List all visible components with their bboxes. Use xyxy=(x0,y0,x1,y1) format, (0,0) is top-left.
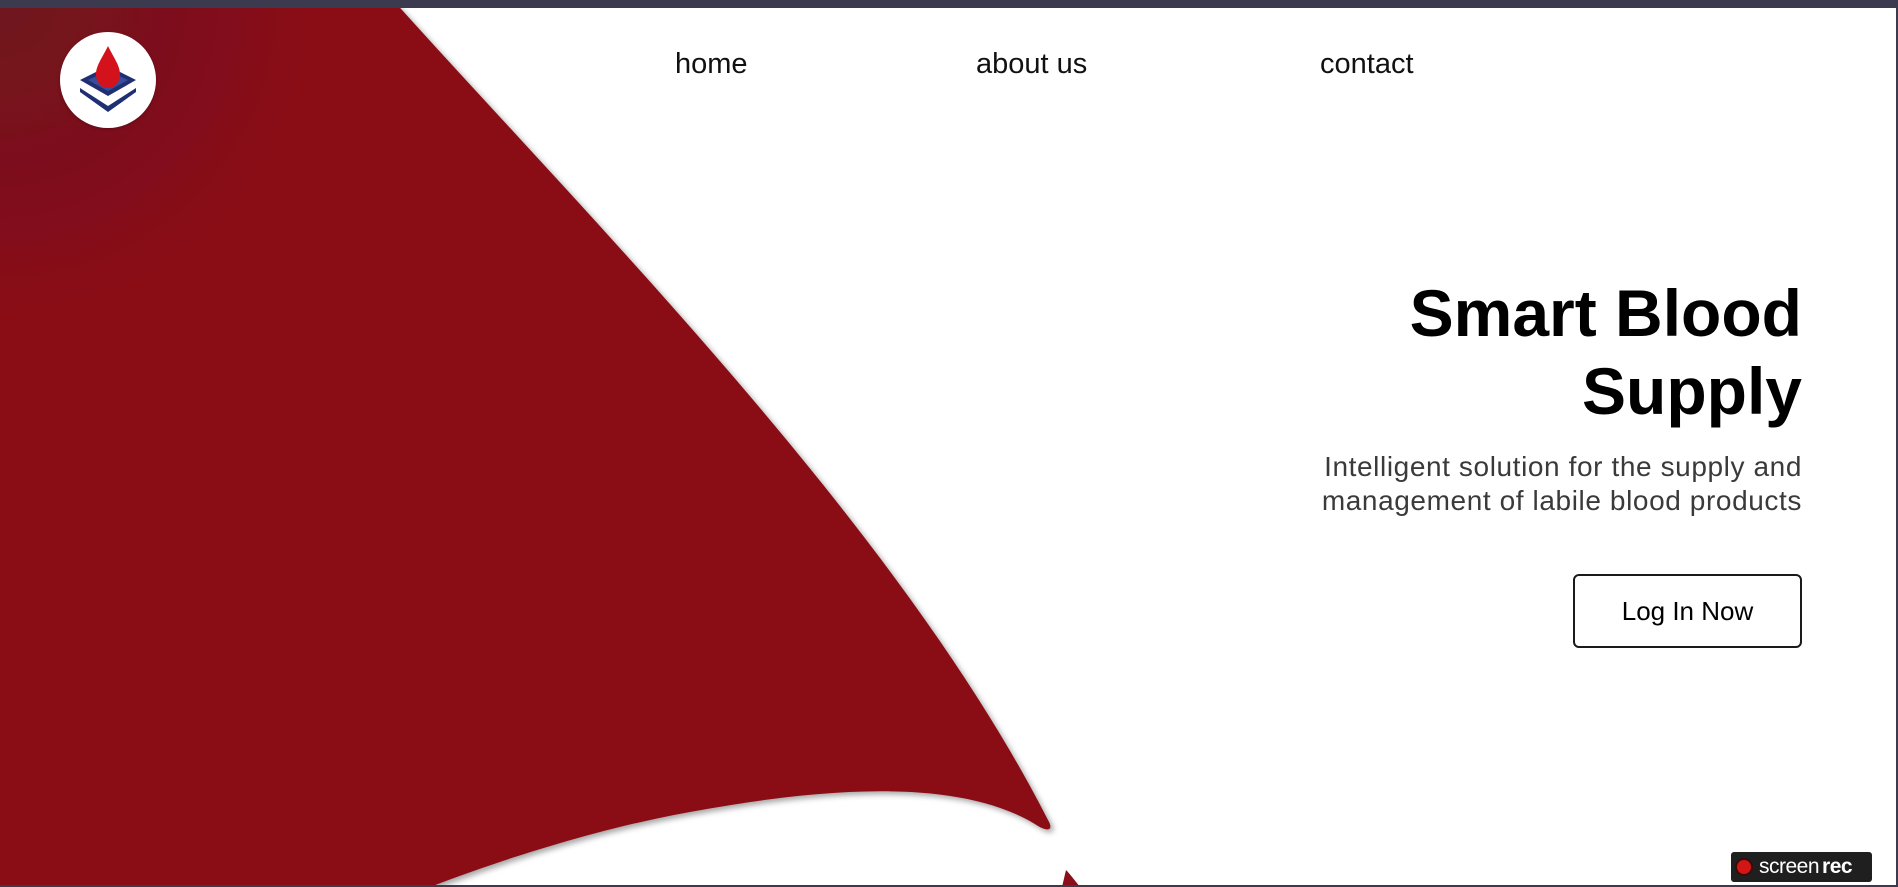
landing-page: home about us contact Smart Blood Supply… xyxy=(0,0,1898,887)
hero-subtitle-line-1: Intelligent solution for the supply and xyxy=(1324,451,1802,482)
main-nav: home about us contact xyxy=(0,48,1898,88)
screenrec-label-bold: rec xyxy=(1822,855,1853,878)
hero-title: Smart Blood Supply xyxy=(1202,274,1802,430)
hero-red-wave-shape xyxy=(0,0,1080,887)
record-dot-icon xyxy=(1737,860,1751,874)
nav-contact-link[interactable]: contact xyxy=(1320,48,1414,81)
nav-home-link[interactable]: home xyxy=(675,48,748,81)
hero-subtitle: Intelligent solution for the supply and … xyxy=(1182,450,1802,518)
nav-about-link[interactable]: about us xyxy=(976,48,1087,81)
hero-subtitle-line-2: management of labile blood products xyxy=(1321,485,1802,516)
login-button[interactable]: Log In Now xyxy=(1573,574,1802,648)
screenrec-badge[interactable]: screen rec xyxy=(1731,852,1872,882)
hero-title-line-2: Supply xyxy=(1581,354,1802,428)
hero-title-line-1: Smart Blood xyxy=(1409,276,1802,350)
hero-red-wave-path xyxy=(0,0,1051,887)
screenrec-label-regular: screen xyxy=(1759,855,1820,878)
window-top-border xyxy=(0,0,1898,8)
